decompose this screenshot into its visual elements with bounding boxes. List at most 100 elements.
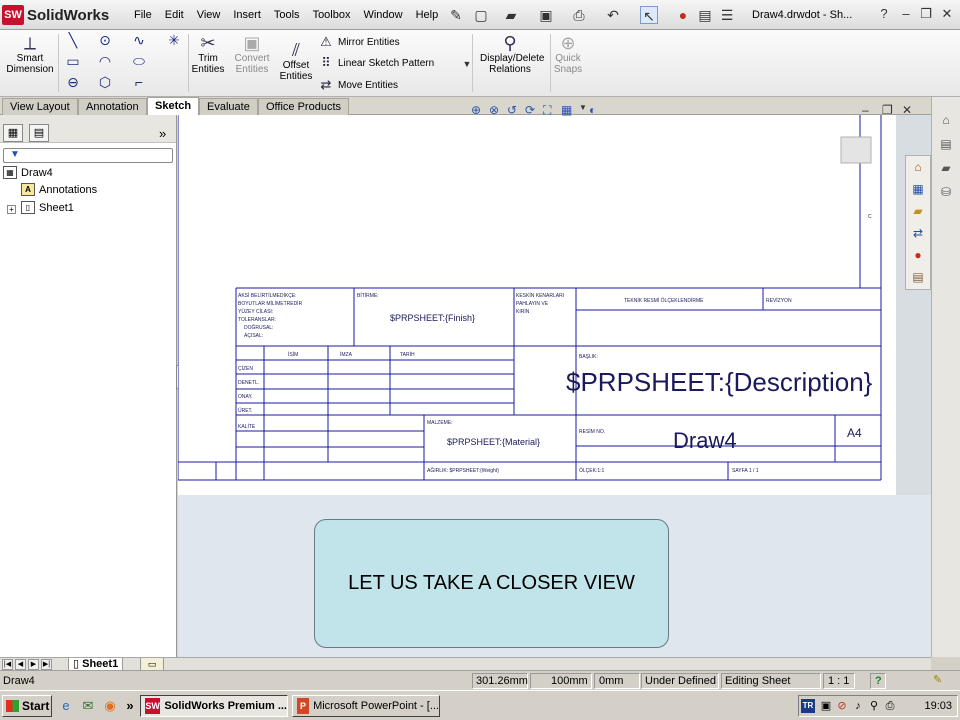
status-scale[interactable]: 1 : 1 <box>823 673 855 689</box>
quick-launch-overflow[interactable]: » <box>122 698 138 714</box>
feature-tree-tab-icon[interactable]: ▦ <box>3 124 23 142</box>
convert-entities-button[interactable]: ▣ Convert Entities <box>229 33 275 75</box>
fillet-icon[interactable]: ⌐ <box>130 73 148 91</box>
move-entities-button[interactable]: ⇄ Move Entities <box>318 77 398 93</box>
tab-office-products[interactable]: Office Products <box>258 98 349 115</box>
language-indicator[interactable]: TR <box>801 699 815 713</box>
property-tab-icon[interactable]: ▤ <box>29 124 49 142</box>
minimize-button[interactable]: – <box>898 6 914 22</box>
tree-item-draw4[interactable]: ▦ Draw4 <box>3 166 53 179</box>
expand-icon[interactable]: + <box>7 205 16 214</box>
menu-help[interactable]: Help <box>416 9 439 21</box>
menu-toolbox[interactable]: Toolbox <box>313 9 351 21</box>
rotate-view-icon[interactable]: ⟳ <box>525 103 543 118</box>
polygon-icon[interactable]: ⬡ <box>96 73 114 91</box>
help-button[interactable]: ? <box>870 673 886 689</box>
first-sheet-button[interactable]: |◀ <box>2 659 13 670</box>
restore-document-button[interactable]: ❐ <box>882 103 902 117</box>
folder-icon[interactable]: ▰ <box>936 159 956 177</box>
pushpin-icon[interactable]: ✎ <box>447 6 465 24</box>
file-properties-icon[interactable]: ▤ <box>696 6 714 24</box>
help-icon[interactable]: ? <box>876 6 892 22</box>
minimize-document-button[interactable]: – <box>862 103 882 117</box>
menu-edit[interactable]: Edit <box>165 9 184 21</box>
display-delete-relations-button[interactable]: ⚲ Display/Delete Relations <box>474 33 546 75</box>
linear-sketch-pattern-button[interactable]: ⠿ Linear Sketch Pattern <box>318 55 434 71</box>
save-icon[interactable]: ▣ <box>537 6 555 24</box>
new-document-icon[interactable]: ▢ <box>472 6 490 24</box>
tab-evaluate[interactable]: Evaluate <box>199 98 258 115</box>
line-icon[interactable]: ╲ <box>64 31 82 49</box>
slot-icon[interactable]: ⊖ <box>64 73 82 91</box>
previous-sheet-button[interactable]: ◀ <box>15 659 26 670</box>
next-sheet-button[interactable]: ▶ <box>28 659 39 670</box>
tab-sketch[interactable]: Sketch <box>147 97 200 116</box>
tab-annotation[interactable]: Annotation <box>78 98 147 115</box>
task-solidworks[interactable]: SW SolidWorks Premium ... <box>140 695 288 717</box>
select-arrow-icon[interactable]: ↖ <box>640 6 658 24</box>
filter-input[interactable]: ▼ <box>3 148 173 163</box>
firefox-icon[interactable]: ◉ <box>102 698 118 714</box>
view-orientation-icon[interactable] <box>840 136 872 164</box>
solidworks-logo[interactable]: SW SolidWorks <box>2 5 120 25</box>
tree-item-annotations[interactable]: A Annotations <box>21 183 97 196</box>
view-palette-icon[interactable]: ⇄ <box>908 224 928 242</box>
library-icon[interactable]: ▤ <box>936 135 956 153</box>
network-icon[interactable]: ▣ <box>819 699 833 713</box>
outlook-express-icon[interactable]: ✉ <box>80 698 96 714</box>
menu-insert[interactable]: Insert <box>233 9 261 21</box>
tree-item-sheet1[interactable]: ▯ Sheet1 <box>21 201 74 214</box>
point-icon[interactable]: ✳ <box>165 31 183 49</box>
database-icon[interactable]: ⛁ <box>936 183 956 201</box>
menu-window[interactable]: Window <box>363 9 402 21</box>
start-button[interactable]: Start <box>2 695 52 717</box>
internet-explorer-icon[interactable]: e <box>58 698 74 714</box>
rebuild-traffic-light-icon[interactable]: ● <box>674 6 692 24</box>
quick-snaps-button[interactable]: ⊕ Quick Snaps <box>551 33 585 75</box>
design-library-icon[interactable]: ▦ <box>908 180 928 198</box>
rectangle-icon[interactable]: ▭ <box>64 52 82 70</box>
dropdown-arrow-icon[interactable]: ▼ <box>579 103 589 118</box>
ellipse-icon[interactable]: ⬭ <box>130 52 148 70</box>
undo-icon[interactable]: ↶ <box>604 6 622 24</box>
display-style-icon[interactable]: ▦ <box>561 103 579 118</box>
file-explorer-icon[interactable]: ▰ <box>908 202 928 220</box>
menu-tools[interactable]: Tools <box>274 9 300 21</box>
tags-icon[interactable]: ✎ <box>930 673 946 689</box>
quick-snaps-icon: ⊕ <box>560 33 576 53</box>
close-button[interactable]: ✕ <box>939 6 955 22</box>
close-document-button[interactable]: ✕ <box>902 103 918 117</box>
custom-properties-icon[interactable]: ▤ <box>908 268 928 286</box>
search-icon[interactable]: ⚲ <box>867 699 881 713</box>
row-label-checked: DENETL. <box>238 380 259 386</box>
pan-icon[interactable]: ⛶ <box>543 103 561 118</box>
relations-icon: ⚲ <box>503 33 517 53</box>
restore-button[interactable]: ❐ <box>918 6 934 22</box>
volume-icon[interactable]: ♪ <box>851 699 865 713</box>
previous-view-icon[interactable]: ↺ <box>507 103 525 118</box>
mirror-entities-button[interactable]: ⚠ Mirror Entities <box>318 34 400 50</box>
printer-icon[interactable]: ⎙ <box>883 699 897 713</box>
security-icon[interactable]: ⊘ <box>835 699 849 713</box>
smart-dimension-button[interactable]: ⟂ Smart Dimension <box>4 33 56 75</box>
menu-file[interactable]: File <box>134 9 152 21</box>
spline-icon[interactable]: ∿ <box>130 31 148 49</box>
zoom-to-fit-icon[interactable]: ⊕ <box>471 103 489 118</box>
resources-icon[interactable]: ⌂ <box>936 111 956 129</box>
open-folder-icon[interactable]: ▰ <box>502 6 520 24</box>
zoom-area-icon[interactable]: ⊗ <box>489 103 507 118</box>
appearances-icon[interactable]: ● <box>908 246 928 264</box>
chevron-expand-icon[interactable]: » <box>159 126 166 141</box>
circle-icon[interactable]: ⊙ <box>96 31 114 49</box>
arc-icon[interactable]: ◠ <box>96 52 114 70</box>
options-icon[interactable]: ☰ <box>718 6 736 24</box>
hide-show-items-icon[interactable]: ◐ <box>589 103 611 118</box>
print-icon[interactable]: ⎙ <box>570 6 588 24</box>
home-icon[interactable]: ⌂ <box>908 158 928 176</box>
last-sheet-button[interactable]: ▶| <box>41 659 52 670</box>
menu-view[interactable]: View <box>197 9 221 21</box>
offset-entities-button[interactable]: ⫽ Offset Entities <box>277 40 315 82</box>
trim-entities-button[interactable]: ✂ Trim Entities <box>189 33 227 75</box>
tab-view-layout[interactable]: View Layout <box>2 98 78 115</box>
task-powerpoint[interactable]: P Microsoft PowerPoint - [... <box>292 695 440 717</box>
